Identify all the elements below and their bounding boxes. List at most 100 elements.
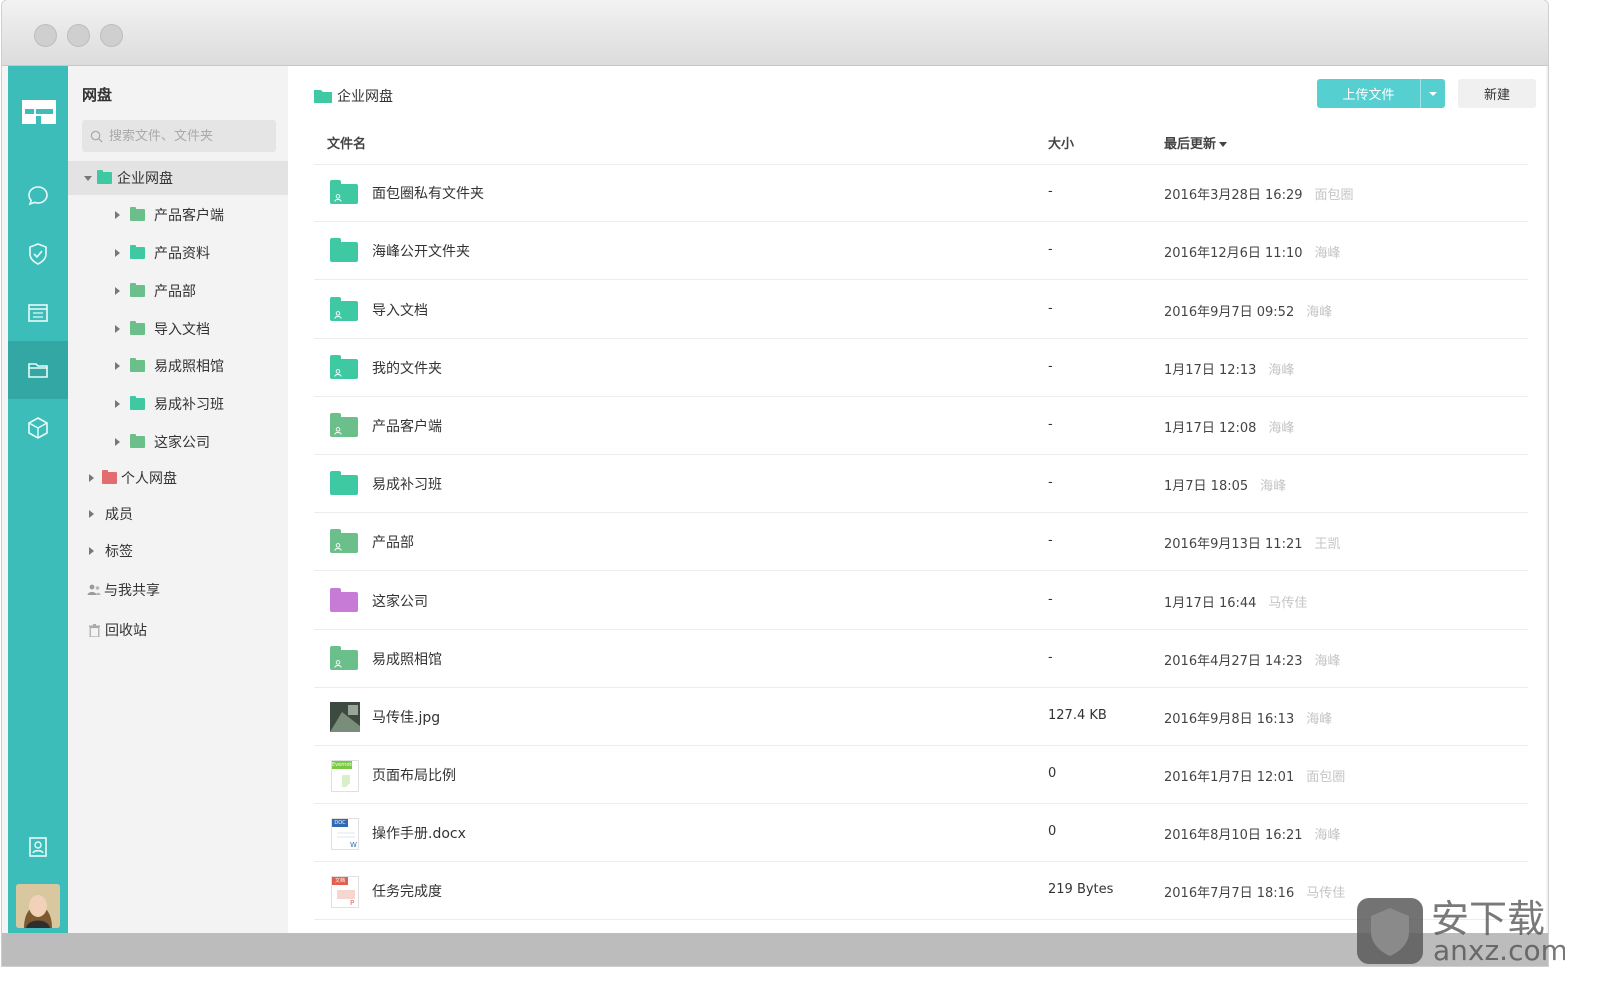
new-button[interactable]: 新建 <box>1458 79 1536 108</box>
file-name[interactable]: 海峰公开文件夹 <box>372 241 470 261</box>
folder-icon <box>130 396 145 410</box>
file-name[interactable]: 任务完成度 <box>372 881 442 901</box>
file-name[interactable]: 易成补习班 <box>372 474 442 494</box>
rail-contacts[interactable] <box>8 818 68 876</box>
title-bar <box>2 0 1548 66</box>
tree-item-photo-studio[interactable]: 易成照相馆 <box>68 349 288 383</box>
tree-item-product-dept[interactable]: 产品部 <box>68 274 288 308</box>
tree-item-personal-drive[interactable]: 个人网盘 <box>68 461 288 495</box>
shared-folder-icon <box>130 207 145 221</box>
file-updated-time: 2016年12月6日 11:10 <box>1164 246 1303 261</box>
file-name[interactable]: 马传佳.jpg <box>372 707 440 727</box>
file-name[interactable]: 产品部 <box>372 532 414 552</box>
expand-arrow-icon[interactable] <box>115 438 120 446</box>
folder-icon <box>130 245 145 259</box>
file-name[interactable]: 我的文件夹 <box>372 358 442 378</box>
minimize-window-button[interactable] <box>67 24 90 47</box>
window-bottom-frame <box>2 933 1548 966</box>
tree-item-members[interactable]: 成员 <box>68 497 288 531</box>
search-box[interactable] <box>82 120 276 152</box>
file-row[interactable]: Evernote 页面布局比例 0 2016年1月7日 12:01 面包圈 <box>314 746 1528 804</box>
file-name[interactable]: 产品客户端 <box>372 416 442 436</box>
tree-item-tags[interactable]: 标签 <box>68 534 288 568</box>
file-row[interactable]: 面包圈私有文件夹 - 2016年3月28日 16:29 面包圈 <box>314 164 1528 222</box>
drive-sidebar: 网盘 企业网盘 产品客户端 产品资料 产品部 <box>68 66 288 933</box>
file-updated: 2016年3月28日 16:29 面包圈 <box>1164 184 1354 203</box>
tree-item-recycle-bin[interactable]: 回收站 <box>68 613 288 647</box>
file-name[interactable]: 易成照相馆 <box>372 649 442 669</box>
file-updated-by: 海峰 <box>1306 305 1333 320</box>
file-size: - <box>1048 301 1053 316</box>
file-row[interactable]: 产品部 - 2016年9月13日 11:21 王凯 <box>314 513 1528 571</box>
file-row[interactable]: 海峰公开文件夹 - 2016年12月6日 11:10 海峰 <box>314 222 1528 280</box>
tree-item-this-company[interactable]: 这家公司 <box>68 425 288 459</box>
file-row[interactable]: 我的文件夹 - 1月17日 12:13 海峰 <box>314 339 1528 397</box>
search-input[interactable] <box>109 128 269 144</box>
file-name[interactable]: 这家公司 <box>372 591 428 611</box>
file-name[interactable]: 页面布局比例 <box>372 765 456 785</box>
file-row[interactable]: DOC W 操作手册.docx 0 2016年8月10日 16:21 海峰 <box>314 804 1528 862</box>
column-header-name[interactable]: 文件名 <box>327 133 366 152</box>
file-size: - <box>1048 417 1053 432</box>
sidebar-title: 网盘 <box>82 86 113 104</box>
file-name[interactable]: 面包圈私有文件夹 <box>372 183 484 203</box>
file-updated-by: 海峰 <box>1260 479 1287 494</box>
avatar[interactable] <box>16 884 60 928</box>
rail-apps[interactable] <box>8 399 68 457</box>
expand-arrow-icon[interactable] <box>115 211 120 219</box>
upload-button[interactable]: 上传文件 <box>1317 79 1421 108</box>
file-row[interactable]: 易成补习班 - 1月7日 18:05 海峰 <box>314 455 1528 513</box>
tree-item-enterprise-drive[interactable]: 企业网盘 <box>68 161 288 195</box>
file-updated: 2016年9月8日 16:13 海峰 <box>1164 708 1332 727</box>
rail-calendar[interactable] <box>8 283 68 341</box>
file-row[interactable]: 马传佳.jpg 127.4 KB 2016年9月8日 16:13 海峰 <box>314 688 1528 746</box>
rail-chat[interactable] <box>8 167 68 225</box>
expand-arrow-icon[interactable] <box>115 362 120 370</box>
file-row[interactable]: 文档 P 任务完成度 219 Bytes 2016年7月7日 18:16 马传佳 <box>314 862 1528 920</box>
rail-files[interactable] <box>8 341 68 399</box>
file-name[interactable]: 操作手册.docx <box>372 823 466 843</box>
file-updated-time: 2016年9月13日 11:21 <box>1164 537 1303 552</box>
breadcrumb[interactable]: 企业网盘 <box>314 86 393 106</box>
file-name[interactable]: 导入文档 <box>372 300 428 320</box>
expand-arrow-icon[interactable] <box>115 325 120 333</box>
table-header: 文件名 大小 最后更新 <box>314 118 1528 165</box>
expand-arrow-icon[interactable] <box>115 287 120 295</box>
expand-arrow-icon[interactable] <box>89 474 94 482</box>
search-icon <box>90 130 103 143</box>
file-row[interactable]: 导入文档 - 2016年9月7日 09:52 海峰 <box>314 281 1528 339</box>
zoom-window-button[interactable] <box>100 24 123 47</box>
file-updated-by: 面包圈 <box>1306 770 1346 785</box>
column-header-updated[interactable]: 最后更新 <box>1164 133 1228 152</box>
folder-shared-icon <box>330 644 360 674</box>
column-header-size[interactable]: 大小 <box>1048 133 1074 152</box>
expand-arrow-icon[interactable] <box>89 510 94 518</box>
expand-arrow-icon[interactable] <box>89 547 94 555</box>
file-size: - <box>1048 359 1053 374</box>
shared-folder-icon <box>130 321 145 335</box>
tree-item-product-materials[interactable]: 产品资料 <box>68 236 288 270</box>
expand-arrow-icon[interactable] <box>115 400 120 408</box>
app-window: 网盘 企业网盘 产品客户端 产品资料 产品部 <box>2 0 1548 966</box>
file-row[interactable]: 易成照相馆 - 2016年4月27日 14:23 海峰 <box>314 630 1528 688</box>
logo-icon[interactable] <box>22 100 56 124</box>
file-updated-time: 2016年9月8日 16:13 <box>1164 712 1295 727</box>
upload-dropdown-button[interactable] <box>1421 79 1445 108</box>
file-row[interactable]: 这家公司 - 1月17日 16:44 马传佳 <box>314 572 1528 630</box>
folder-shared-icon <box>330 527 360 557</box>
collapse-arrow-icon[interactable] <box>84 175 92 181</box>
tree-item-product-client[interactable]: 产品客户端 <box>68 198 288 232</box>
expand-arrow-icon[interactable] <box>115 249 120 257</box>
tree-item-label: 产品客户端 <box>154 208 224 224</box>
folder-icon <box>28 363 48 378</box>
nav-rail <box>8 66 68 933</box>
file-row[interactable]: 产品客户端 - 1月17日 12:08 海峰 <box>314 397 1528 455</box>
tree-item-shared-with-me[interactable]: 与我共享 <box>68 573 288 607</box>
rail-tasks[interactable] <box>8 225 68 283</box>
tree-item-imported-docs[interactable]: 导入文档 <box>68 312 288 346</box>
chevron-down-icon <box>1429 91 1437 96</box>
close-window-button[interactable] <box>34 24 57 47</box>
file-updated-by: 马传佳 <box>1306 886 1346 901</box>
svg-text:P: P <box>350 899 354 907</box>
tree-item-tutoring-class[interactable]: 易成补习班 <box>68 387 288 421</box>
